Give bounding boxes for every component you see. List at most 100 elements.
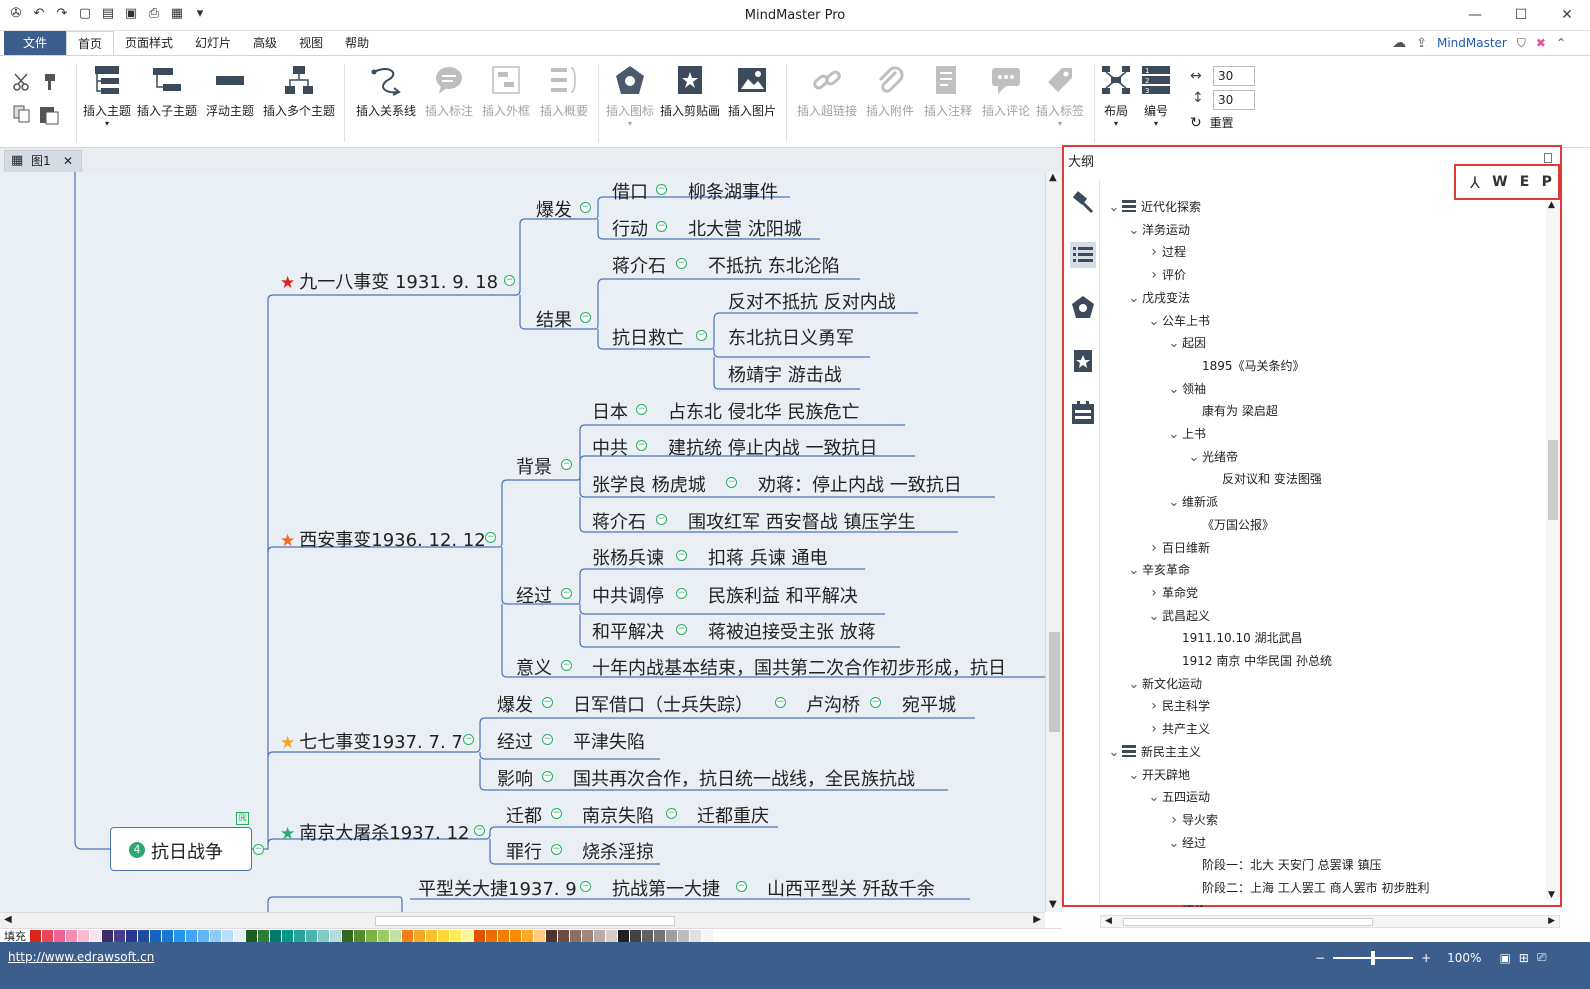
expand-chevron-down-icon[interactable]: ⌄ bbox=[1146, 312, 1162, 332]
topic-xian-bg-zhang-yang[interactable]: 张学良 杨虎城 bbox=[592, 471, 706, 497]
color-swatch[interactable] bbox=[174, 929, 185, 942]
color-swatch[interactable] bbox=[678, 929, 689, 942]
collapse-918-pretext[interactable]: − bbox=[656, 184, 667, 195]
insert-note-button[interactable]: 插入注释 bbox=[922, 64, 974, 119]
outline-item[interactable]: 阶段二：上海 工人罢工 商人罢市 初步胜利 bbox=[1186, 878, 1429, 898]
color-swatch[interactable] bbox=[102, 929, 113, 942]
color-swatch[interactable] bbox=[66, 929, 77, 942]
topic-918-resist-1[interactable]: 反对不抵抗 反对内战 bbox=[728, 288, 896, 314]
color-swatch[interactable] bbox=[126, 929, 137, 942]
collapse-918-outbreak[interactable]: − bbox=[580, 202, 591, 213]
collapse-xian-bg-jiang[interactable]: − bbox=[656, 514, 667, 525]
outline-vscroll-thumb[interactable] bbox=[1548, 440, 1558, 520]
fit-width-icon[interactable]: ⊞ bbox=[1519, 951, 1529, 965]
outline-item[interactable]: › 导火索 bbox=[1166, 810, 1218, 830]
topic-77-process-value[interactable]: 平津失陷 bbox=[573, 728, 645, 754]
color-swatch[interactable] bbox=[354, 929, 365, 942]
color-swatch[interactable] bbox=[486, 929, 497, 942]
topic-xian-bg-ccp-value[interactable]: 建抗统 停止内战 一致抗日 bbox=[668, 434, 877, 460]
insert-image-button[interactable]: 插入图片 bbox=[726, 64, 778, 119]
color-swatch[interactable] bbox=[42, 929, 53, 942]
topic-xian-significance[interactable]: 意义 bbox=[516, 654, 552, 680]
color-swatch[interactable] bbox=[414, 929, 425, 942]
color-swatch[interactable] bbox=[366, 929, 377, 942]
color-swatch[interactable] bbox=[306, 929, 317, 942]
insert-subtopic-button[interactable]: 插入子主题 bbox=[136, 64, 198, 119]
collapse-77[interactable]: − bbox=[463, 734, 474, 745]
menu-page-style[interactable]: 页面样式 bbox=[114, 31, 184, 55]
color-swatch[interactable] bbox=[570, 929, 581, 942]
collapse-pingxingguan-v1[interactable]: − bbox=[736, 881, 747, 892]
collapse-xian[interactable]: − bbox=[485, 532, 496, 543]
expand-chevron-down-icon[interactable]: ⌄ bbox=[1166, 834, 1182, 854]
color-swatch[interactable] bbox=[342, 929, 353, 942]
export-word-button[interactable]: W bbox=[1492, 174, 1507, 190]
color-swatch[interactable] bbox=[114, 929, 125, 942]
maximize-button[interactable]: ☐ bbox=[1498, 0, 1544, 30]
topic-77-outbreak-v2[interactable]: 卢沟桥 bbox=[806, 691, 860, 717]
outline-item[interactable]: ⌄ 起因 bbox=[1166, 333, 1206, 353]
collapse-77-outbreak-v1[interactable]: − bbox=[775, 697, 786, 708]
tshirt-icon[interactable]: ⛉ bbox=[1517, 36, 1526, 51]
scroll-down-arrow-icon[interactable]: ▼ bbox=[1049, 899, 1057, 910]
outline-item[interactable]: ›评价 bbox=[1166, 901, 1206, 907]
collapse-xian-bg-japan[interactable]: − bbox=[636, 404, 647, 415]
expand-chevron-down-icon[interactable]: ⌄ bbox=[1166, 380, 1182, 400]
insert-multiple-topics-button[interactable]: 插入多个主题 bbox=[262, 64, 336, 119]
color-swatch[interactable] bbox=[522, 929, 533, 942]
outline-item[interactable]: 1912 南京 中华民国 孙总统 bbox=[1166, 651, 1332, 671]
topic-nanjing-crime[interactable]: 罪行 bbox=[506, 838, 542, 864]
close-tab-icon[interactable]: ✕ bbox=[63, 151, 73, 171]
pin-panel-icon[interactable] bbox=[1544, 153, 1552, 163]
expand-chevron-down-icon[interactable]: ⌄ bbox=[1146, 788, 1162, 808]
color-swatch[interactable] bbox=[282, 929, 293, 942]
zoom-slider[interactable] bbox=[1333, 950, 1414, 965]
outline-item[interactable]: › 共产主义 bbox=[1146, 719, 1210, 739]
clipart-panel-icon[interactable] bbox=[1070, 348, 1096, 374]
outline-item[interactable]: 1895《马关条约》 bbox=[1186, 356, 1305, 376]
canvas-vertical-scrollbar[interactable]: ▲ ▼ bbox=[1045, 172, 1062, 912]
topic-918-result[interactable]: 结果 bbox=[536, 306, 572, 332]
color-swatch[interactable] bbox=[246, 929, 257, 942]
topic-xian-p2-value[interactable]: 民族利益 和平解决 bbox=[708, 582, 858, 608]
outline-item[interactable]: ⌄ 新民主主义 bbox=[1106, 742, 1201, 762]
color-swatch[interactable] bbox=[378, 929, 389, 942]
color-swatch[interactable] bbox=[426, 929, 437, 942]
topic-xian-p3-value[interactable]: 蒋被迫接受主张 放蒋 bbox=[708, 618, 876, 644]
topic-xian-process[interactable]: 经过 bbox=[516, 582, 552, 608]
color-swatch[interactable] bbox=[30, 929, 41, 942]
topic-918-resist[interactable]: 抗日救亡 bbox=[612, 324, 684, 350]
cloud-icon[interactable]: ☁ bbox=[1392, 35, 1406, 51]
color-swatch[interactable] bbox=[222, 929, 233, 942]
topic-pingxingguan-v2[interactable]: 山西平型关 歼敌千余 bbox=[767, 875, 935, 901]
collapse-ribbon-icon[interactable]: ⌃ bbox=[1556, 36, 1566, 50]
topic-xian-p1-value[interactable]: 扣蒋 兵谏 通电 bbox=[708, 544, 827, 570]
outline-item[interactable]: ⌄ 领袖 bbox=[1166, 379, 1206, 399]
outline-scroll-up-icon[interactable]: ▲ bbox=[1548, 200, 1555, 210]
collapse-xian-process[interactable]: − bbox=[561, 588, 572, 599]
collapse-xian-bg-ccp[interactable]: − bbox=[636, 440, 647, 451]
outline-horizontal-scrollbar[interactable]: ◀ ▶ bbox=[1100, 915, 1560, 928]
menu-home[interactable]: 首页 bbox=[66, 31, 115, 55]
expand-chevron-right-icon[interactable]: › bbox=[1146, 696, 1162, 716]
paste-icon[interactable] bbox=[38, 104, 60, 126]
topic-77-effect-value[interactable]: 国共再次合作，抗日统一战线，全民族抗战 bbox=[573, 765, 915, 791]
outline-item[interactable]: ⌄ 公车上书 bbox=[1146, 311, 1210, 331]
color-swatch[interactable] bbox=[450, 929, 461, 942]
close-button[interactable]: ✕ bbox=[1544, 0, 1590, 30]
topic-xian-bg-jiang-value[interactable]: 围攻红军 西安督战 镇压学生 bbox=[688, 508, 915, 534]
collapse-77-effect[interactable]: − bbox=[542, 771, 553, 782]
collapse-pingxingguan[interactable]: − bbox=[580, 881, 591, 892]
format-painter-icon[interactable] bbox=[38, 72, 58, 92]
color-swatch[interactable] bbox=[90, 929, 101, 942]
collapse-xian-p2[interactable]: − bbox=[676, 588, 687, 599]
outline-item[interactable]: ⌄ 上书 bbox=[1166, 424, 1206, 444]
topic-xian-bg-japan[interactable]: 日本 bbox=[592, 398, 628, 424]
color-swatch[interactable] bbox=[438, 929, 449, 942]
expand-chevron-down-icon[interactable]: ⌄ bbox=[1126, 675, 1142, 695]
topic-nanjing-move-v2[interactable]: 迁都重庆 bbox=[697, 802, 769, 828]
topic-xian-bg-japan-value[interactable]: 占东北 侵北华 民族危亡 bbox=[668, 398, 859, 424]
tab-document[interactable]: ▦ 图1 ✕ bbox=[4, 150, 82, 172]
colorful-icon[interactable]: ✖ bbox=[1536, 36, 1546, 50]
outline-item[interactable]: 阶段一：北大 天安门 总罢课 镇压 bbox=[1186, 855, 1381, 875]
